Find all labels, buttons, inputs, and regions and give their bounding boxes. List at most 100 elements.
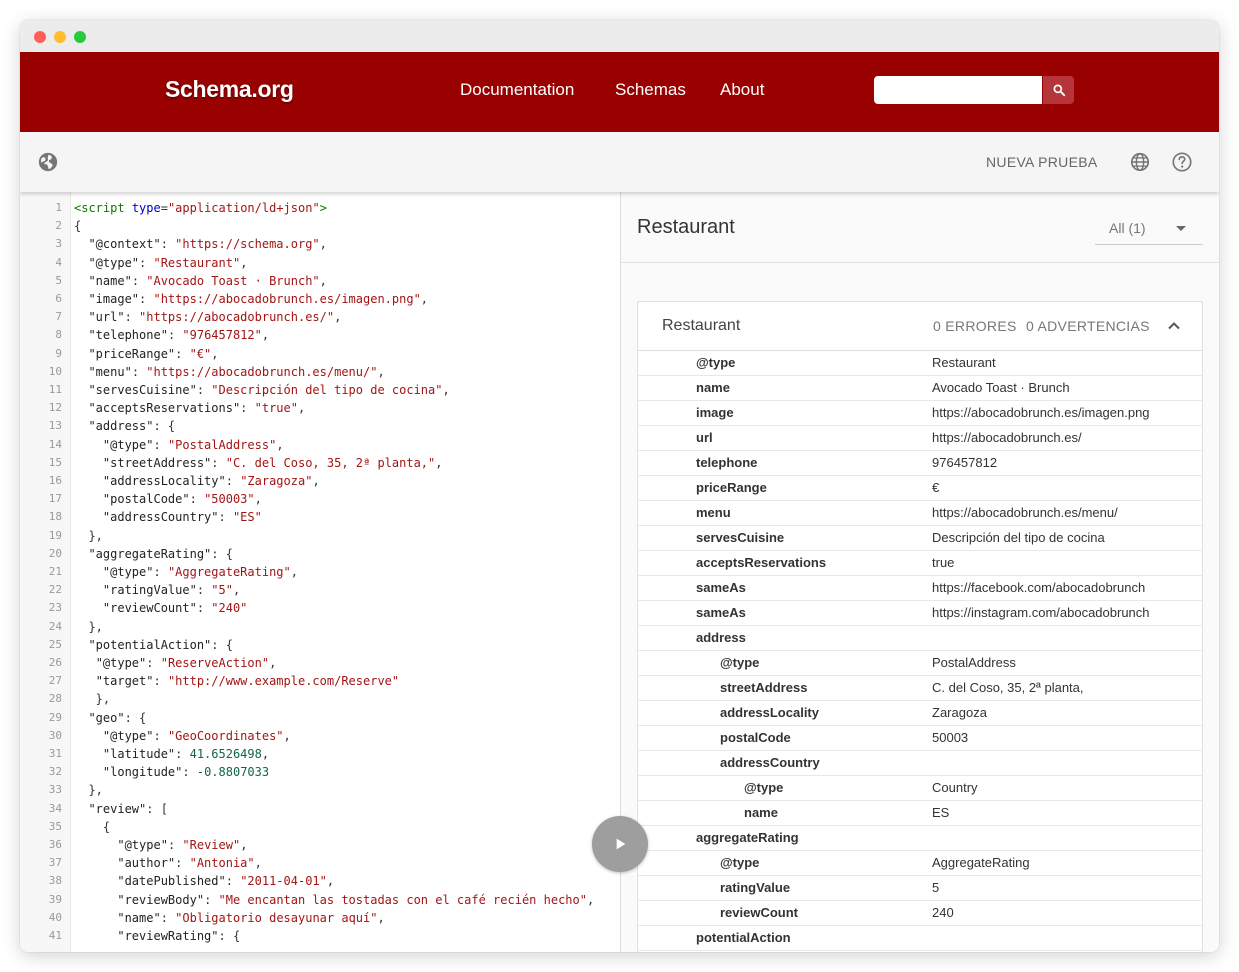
help-icon[interactable] <box>1171 151 1193 173</box>
property-row: addressLocality Zaragoza <box>638 700 1202 726</box>
code-line: 33 }, <box>20 781 620 799</box>
property-value: https://abocadobrunch.es/menu/ <box>932 505 1118 520</box>
nav-about[interactable]: About <box>720 80 764 100</box>
code-line: 28 }, <box>20 690 620 708</box>
line-code: "addressCountry": "ES" <box>102 510 262 525</box>
line-number: 12 <box>48 401 62 415</box>
line-code: "url": "https://abocadobrunch.es/", <box>88 310 342 325</box>
nav-schemas[interactable]: Schemas <box>615 80 686 100</box>
line-code: "image": "https://abocadobrunch.es/image… <box>88 292 429 306</box>
property-name: ratingValue <box>720 880 791 895</box>
property-value: https://abocadobrunch.es/imagen.png <box>932 405 1150 420</box>
code-line: 15 "streetAddress": "C. del Coso, 35, 2ª… <box>20 454 620 472</box>
run-test-button[interactable] <box>592 816 648 872</box>
code-line: 27 "target": "http://www.example.com/Res… <box>20 672 620 690</box>
code-line: 30 "@type": "GeoCoordinates", <box>20 727 620 745</box>
close-window-button[interactable] <box>34 31 46 43</box>
property-name: reviewCount <box>720 905 799 920</box>
line-number: 15 <box>48 455 62 469</box>
property-value: 50003 <box>932 730 969 745</box>
property-row: ratingValue 5 <box>638 875 1202 901</box>
line-number: 31 <box>48 747 62 760</box>
property-name: telephone <box>696 455 758 470</box>
property-name: address <box>696 630 746 645</box>
line-code: <script type="application/ld+json"> <box>74 201 327 215</box>
property-value: https://instagram.com/abocadobrunch <box>932 605 1150 620</box>
minimize-window-button[interactable] <box>54 31 66 43</box>
line-number: 34 <box>48 801 62 815</box>
line-code: "target": "http://www.example.com/Reserv… <box>95 674 400 689</box>
line-code: "addressLocality": "Zaragoza", <box>102 474 320 488</box>
line-code: "ratingValue": "5", <box>102 583 241 598</box>
code-line: 4 "@type": "Restaurant", <box>20 254 620 272</box>
line-code: "@type": "AggregateRating", <box>102 565 298 579</box>
property-value: Descripción del tipo de cocina <box>932 530 1105 545</box>
code-line: 39 "reviewBody": "Me encantan las tostad… <box>20 891 620 909</box>
maximize-window-button[interactable] <box>74 31 86 43</box>
line-code: }, <box>74 692 111 707</box>
line-number: 6 <box>55 292 62 305</box>
code-line: 38 "datePublished": "2011-04-01", <box>20 872 620 890</box>
line-number: 30 <box>48 728 62 742</box>
nav-documentation[interactable]: Documentation <box>460 80 574 100</box>
language-icon[interactable] <box>1129 151 1151 173</box>
window-titlebar <box>20 20 1219 52</box>
code-line: 19 }, <box>20 527 620 545</box>
property-name: name <box>744 805 778 820</box>
line-number: 16 <box>48 474 62 487</box>
new-test-button[interactable]: NUEVA PRUEBA <box>986 154 1098 170</box>
line-code: "servesCuisine": "Descripción del tipo d… <box>88 383 450 397</box>
line-number: 11 <box>48 383 62 396</box>
property-name: aggregateRating <box>696 830 799 845</box>
property-name: @type <box>720 855 760 870</box>
restaurant-result-card: Restaurant 0 ERRORES 0 ADVERTENCIAS @typ… <box>637 301 1203 952</box>
line-code: "@type": "ReserveAction", <box>95 656 277 670</box>
code-line: 34 "review": [ <box>20 800 620 818</box>
property-name: servesCuisine <box>696 530 785 545</box>
line-number: 18 <box>48 510 62 524</box>
property-name: addressLocality <box>720 705 819 720</box>
code-line: 8 "telephone": "976457812", <box>20 326 620 344</box>
code-line: 29 "geo": { <box>20 709 620 727</box>
property-row: menu https://abocadobrunch.es/menu/ <box>638 500 1202 526</box>
line-number: 1 <box>55 201 62 214</box>
line-code: "acceptsReservations": "true", <box>88 401 306 416</box>
property-row: addressCountry <box>638 750 1202 776</box>
code-line: 23 "reviewCount": "240" <box>20 599 620 617</box>
globe-icon[interactable] <box>37 151 59 173</box>
line-code: { <box>74 819 111 834</box>
property-row: aggregateRating <box>638 825 1202 851</box>
property-row: streetAddress C. del Coso, 35, 2ª planta, <box>638 675 1202 701</box>
line-number: 27 <box>48 674 62 688</box>
property-name: acceptsReservations <box>696 555 827 570</box>
property-value: true <box>932 555 955 570</box>
property-value: € <box>932 480 940 495</box>
search-button[interactable] <box>1043 76 1074 104</box>
result-card-header[interactable]: Restaurant 0 ERRORES 0 ADVERTENCIAS <box>638 302 1202 351</box>
line-code: "geo": { <box>88 710 147 725</box>
code-line: 6 "image": "https://abocadobrunch.es/ima… <box>20 290 620 308</box>
site-logo[interactable]: Schema.org <box>165 76 294 103</box>
property-name: image <box>696 405 734 420</box>
line-number: 7 <box>55 310 62 324</box>
line-number: 26 <box>48 656 62 669</box>
dropdown-arrow-icon <box>1176 226 1186 231</box>
property-name: @type <box>696 355 736 370</box>
code-line: 18 "addressCountry": "ES" <box>20 508 620 526</box>
line-code: "author": "Antonia", <box>117 856 262 871</box>
property-value: ES <box>932 805 950 820</box>
property-value: PostalAddress <box>932 655 1016 670</box>
search-input[interactable] <box>874 76 1042 104</box>
property-value: https://abocadobrunch.es/ <box>932 430 1082 445</box>
line-code: "longitude": -0.8807033 <box>102 765 270 780</box>
results-separator <box>621 262 1219 263</box>
property-name: potentialAction <box>696 930 791 945</box>
line-number: 25 <box>48 637 62 651</box>
property-name: streetAddress <box>720 680 808 695</box>
property-row: image https://abocadobrunch.es/imagen.png <box>638 400 1202 426</box>
chevron-up-icon[interactable] <box>1166 318 1182 334</box>
results-filter-dropdown[interactable]: All (1) <box>1095 214 1203 245</box>
warnings-count: 0 ADVERTENCIAS <box>1026 318 1150 334</box>
line-number: 38 <box>48 874 62 888</box>
code-editor[interactable]: 1 <script type="application/ld+json"> 2{3 … <box>20 192 620 952</box>
